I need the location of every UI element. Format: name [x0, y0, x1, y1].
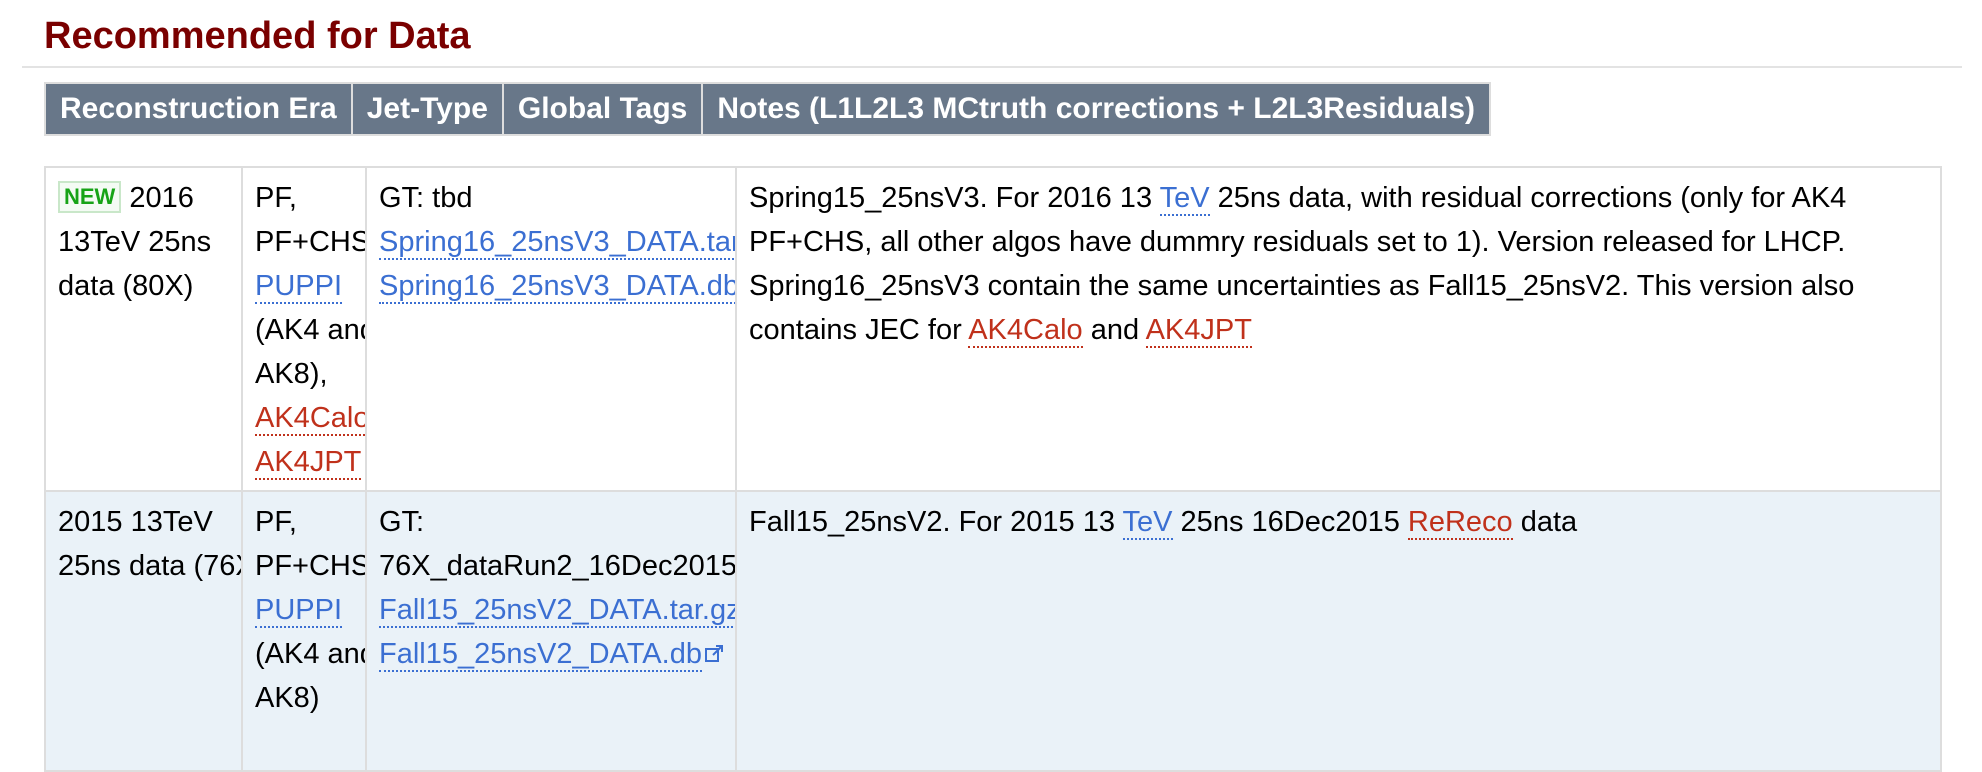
cell-global-tags: GT: 76X_dataRun2_16Dec2015_v0 Fall15_25n…: [365, 490, 737, 772]
cell-jet-type: PF, PF+CHS, PUPPI (AK4 and AK8), AK4Calo…: [241, 166, 367, 492]
cell-era: NEW 2016 13TeV 25ns data (80X): [44, 166, 243, 492]
ak4calo-link[interactable]: AK4Calo: [968, 314, 1083, 348]
ak4jpt-link[interactable]: AK4JPT: [255, 446, 362, 480]
header-jet-type: Jet-Type: [351, 83, 504, 135]
global-tag-text: GT: tbd: [379, 182, 473, 214]
jec-data-table: NEW 2016 13TeV 25ns data (80X) PF, PF+CHS…: [44, 166, 1942, 772]
era-text: data (80X): [58, 270, 194, 302]
tar-gz-download-link[interactable]: Spring16_25nsV3_DATA.tar.gz: [379, 226, 734, 260]
cell-global-tags: GT: tbd Spring16_25nsV3_DATA.tar.gz Spri…: [365, 166, 737, 492]
header-notes: Notes (L1L2L3 MCtruth corrections + L2L3…: [702, 83, 1491, 135]
section-heading: Recommended for Data: [44, 15, 471, 57]
table-row: 2015 13TeV 25ns data (76X) PF, PF+CHS, P…: [44, 490, 1942, 772]
jet-type-text: AK8),: [255, 358, 328, 390]
jet-type-text: PF,: [255, 182, 297, 214]
cell-notes: Fall15_25nsV2. For 2015 13 TeV 25ns 16De…: [735, 490, 1942, 772]
jet-type-text: PF,: [255, 506, 297, 538]
era-text: 25ns data (76X): [58, 550, 240, 582]
tar-gz-download-link[interactable]: Fall15_25nsV2_DATA.tar.gz: [379, 594, 734, 628]
cell-notes: Spring15_25nsV3. For 2016 13 TeV 25ns da…: [735, 166, 1942, 492]
jet-type-text: PF+CHS,: [255, 226, 366, 258]
notes-text: Spring15_25nsV3. For 2016 13: [749, 182, 1160, 214]
tev-link[interactable]: TeV: [1122, 506, 1173, 540]
puppi-link[interactable]: PUPPI: [255, 594, 343, 628]
notes-text: 25ns 16Dec2015: [1172, 506, 1408, 538]
cell-jet-type: PF, PF+CHS, PUPPI (AK4 and AK8): [241, 490, 367, 772]
rereco-link[interactable]: ReReco: [1407, 506, 1513, 540]
era-text: 2015 13TeV: [58, 506, 213, 538]
global-tag-value: 76X_dataRun2_16Dec2015_v0: [379, 550, 736, 582]
cell-era: 2015 13TeV 25ns data (76X): [44, 490, 243, 772]
ak4calo-link[interactable]: AK4Calo: [255, 402, 364, 436]
header-global-tags: Global Tags: [502, 83, 704, 135]
puppi-link[interactable]: PUPPI: [255, 270, 343, 304]
db-download-link[interactable]: Spring16_25nsV3_DATA.db: [379, 270, 734, 304]
jet-type-text: (AK4 and: [255, 314, 366, 346]
tev-link[interactable]: TeV: [1159, 182, 1210, 216]
header-reconstruction-era: Reconstruction Era: [45, 83, 353, 135]
table-row: NEW 2016 13TeV 25ns data (80X) PF, PF+CHS…: [44, 166, 1942, 492]
notes-text: Fall15_25nsV2. For 2015 13: [749, 506, 1123, 538]
new-badge: NEW: [58, 181, 122, 213]
db-download-link[interactable]: Fall15_25nsV2_DATA.db: [379, 638, 702, 672]
external-link-icon: [704, 645, 723, 662]
era-text: 13TeV 25ns: [58, 226, 212, 258]
era-text: 2016: [129, 182, 194, 214]
global-tag-text: GT:: [379, 506, 425, 538]
notes-text: data: [1512, 506, 1578, 538]
heading-divider: [22, 66, 1962, 68]
table-header-bar: Reconstruction Era Jet-Type Global Tags …: [44, 82, 1492, 136]
jet-type-text: AK8): [255, 682, 320, 714]
jet-type-text: (AK4 and: [255, 638, 366, 670]
notes-text: and: [1082, 314, 1146, 346]
ak4jpt-link[interactable]: AK4JPT: [1145, 314, 1252, 348]
jet-type-text: PF+CHS,: [255, 550, 366, 582]
